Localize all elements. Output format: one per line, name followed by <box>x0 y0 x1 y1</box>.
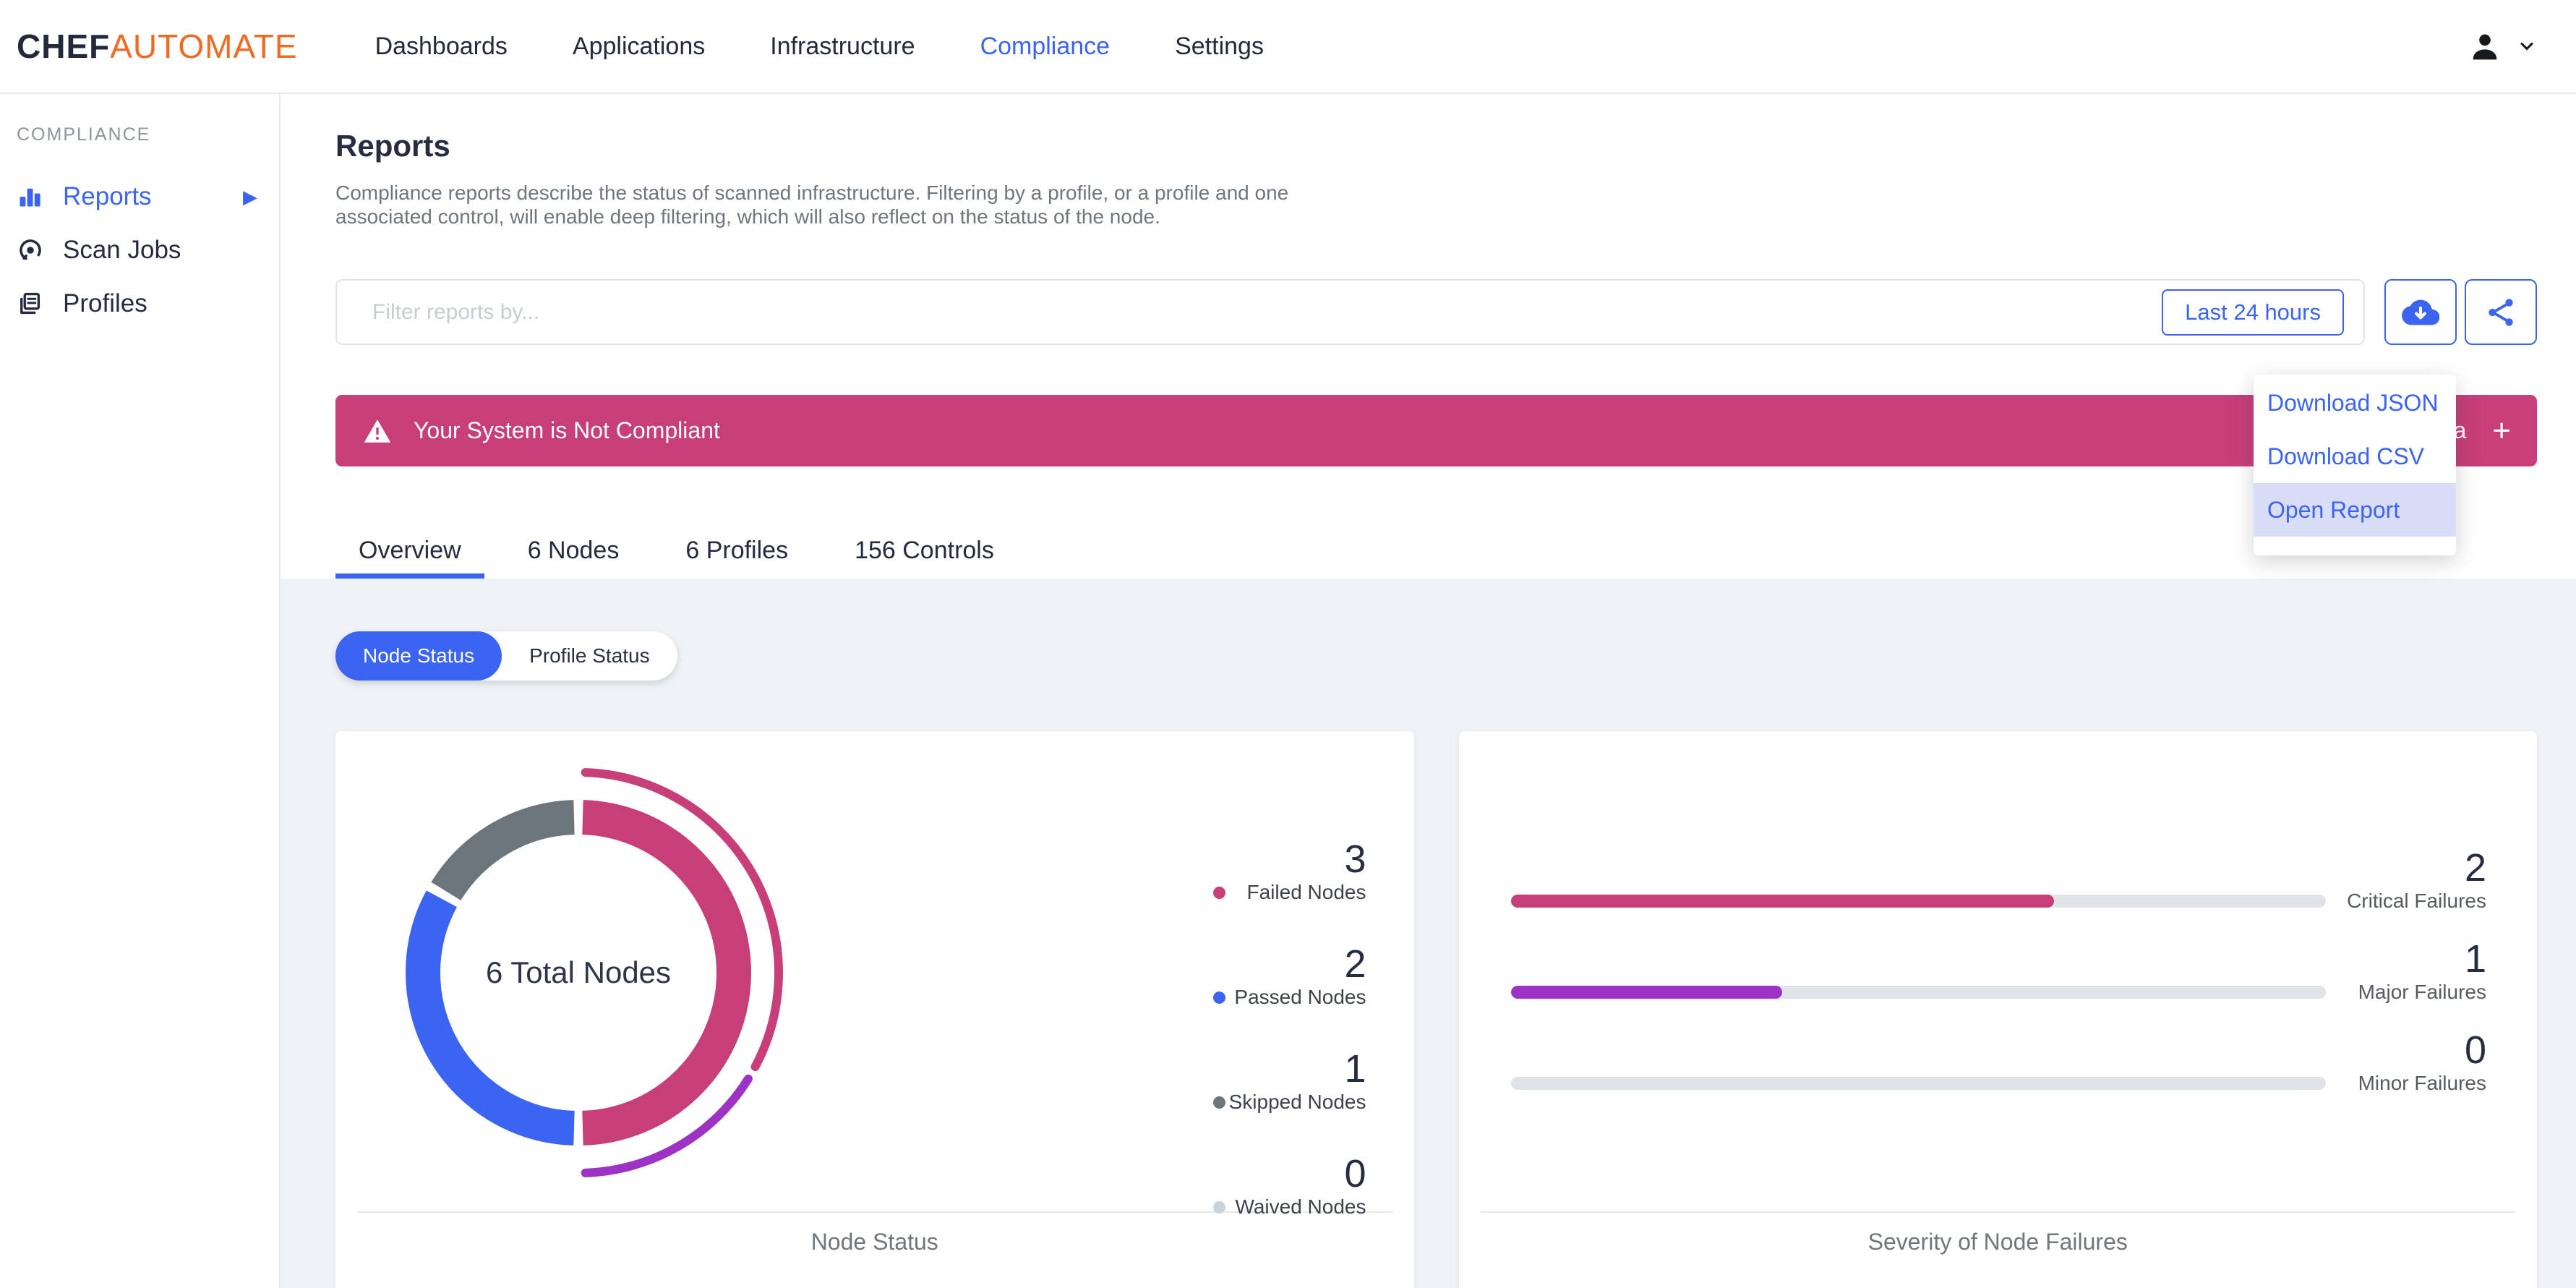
passed-dot-icon <box>1212 991 1225 1004</box>
sidebar-item-profiles[interactable]: Profiles <box>17 277 279 330</box>
minor-bar-track <box>1510 1077 2326 1090</box>
major-count: 1 <box>2464 937 2486 981</box>
node-status-card: 6 Total Nodes 3 Failed Nodes 2 Passed No… <box>335 731 1414 1288</box>
severity-card: 2 Critical Failures 1 Major Failures 0 M… <box>1458 731 2537 1288</box>
scan-target-icon <box>17 236 44 264</box>
critical-failures-row[interactable]: 2 Critical Failures <box>1510 846 2486 913</box>
time-range-button[interactable]: Last 24 hours <box>2162 289 2344 336</box>
sidebar: COMPLIANCE Reports ▶ Scan Jobs Profiles <box>0 94 281 1288</box>
user-menu[interactable] <box>2466 27 2537 65</box>
share-icon <box>2484 296 2517 329</box>
menu-item-open-report[interactable]: Open Report <box>2254 483 2456 537</box>
minor-failures-row[interactable]: 0 Minor Failures <box>1510 1028 2486 1096</box>
nav-compliance[interactable]: Compliance <box>948 33 1143 61</box>
top-navigation: Dashboards Applications Infrastructure C… <box>343 33 1296 61</box>
critical-bar-track <box>1510 895 2326 908</box>
filter-reports-input[interactable] <box>372 299 2162 325</box>
tab-controls[interactable]: 156 Controls <box>831 523 1017 579</box>
failed-label: Failed Nodes <box>1246 881 1366 903</box>
page-title: Reports <box>335 129 450 163</box>
failed-count: 3 <box>1344 837 1366 881</box>
nav-applications[interactable]: Applications <box>540 33 737 61</box>
minor-count: 0 <box>2464 1028 2486 1072</box>
waived-dot-icon <box>1212 1200 1225 1214</box>
main-content: Reports Compliance reports describe the … <box>281 94 2576 1288</box>
sidebar-item-scan-jobs[interactable]: Scan Jobs <box>17 223 279 277</box>
major-bar-track <box>1510 986 2326 999</box>
tab-profiles[interactable]: 6 Profiles <box>662 523 811 579</box>
node-status-donut-chart[interactable]: 6 Total Nodes <box>361 756 795 1190</box>
banner-message: Your System is Not Compliant <box>414 417 720 443</box>
donut-center-label: 6 Total Nodes <box>485 955 672 989</box>
waived-label: Waived Nodes <box>1235 1195 1366 1218</box>
page-description: Compliance reports describe the status o… <box>335 182 1289 228</box>
menu-item-download-json[interactable]: Download JSON <box>2254 376 2456 430</box>
sidebar-section-label: COMPLIANCE <box>17 124 151 145</box>
download-report-button[interactable] <box>2384 279 2457 345</box>
menu-item-download-csv[interactable]: Download CSV <box>2254 430 2456 483</box>
major-label: Major Failures <box>2358 981 2486 1003</box>
tab-overview[interactable]: Overview <box>335 523 484 579</box>
cloud-download-icon <box>2402 294 2439 331</box>
reports-header-section: Reports Compliance reports describe the … <box>281 94 2576 579</box>
chevron-down-icon <box>2517 36 2537 56</box>
plus-icon: + <box>2492 412 2511 448</box>
major-failures-row[interactable]: 1 Major Failures <box>1510 937 2486 1005</box>
logo-automate: AUTOMATE <box>110 27 298 65</box>
critical-bar-fill <box>1510 895 2055 908</box>
skipped-count: 1 <box>1344 1047 1366 1091</box>
status-toggle: Node Status Profile Status <box>335 631 677 681</box>
warning-icon <box>363 417 392 445</box>
nav-settings[interactable]: Settings <box>1142 33 1296 61</box>
filter-row: Last 24 hours <box>335 279 2537 345</box>
severity-bars-chart: 2 Critical Failures 1 Major Failures 0 M… <box>1510 731 2486 1211</box>
toggle-node-status[interactable]: Node Status <box>335 631 502 681</box>
major-bar-fill <box>1510 986 1783 999</box>
chevron-right-icon: ▶ <box>243 185 257 208</box>
sidebar-item-reports[interactable]: Reports ▶ <box>17 170 279 223</box>
sidebar-item-label: Scan Jobs <box>63 236 181 264</box>
tab-nodes[interactable]: 6 Nodes <box>505 523 643 579</box>
compliance-banner: Your System is Not Compliant Add Data + <box>335 395 2537 466</box>
app-header: CHEFAUTOMATE Dashboards Applications Inf… <box>0 0 2576 94</box>
legend-item-waived[interactable]: 0 Waived Nodes <box>1212 1152 1366 1219</box>
legend-item-failed[interactable]: 3 Failed Nodes <box>1212 837 1366 905</box>
nav-dashboards[interactable]: Dashboards <box>343 33 540 61</box>
nav-infrastructure[interactable]: Infrastructure <box>737 33 947 61</box>
passed-count: 2 <box>1344 942 1366 986</box>
bar-chart-icon <box>17 184 44 210</box>
user-profile-icon <box>2466 27 2504 65</box>
passed-label: Passed Nodes <box>1234 986 1366 1008</box>
profiles-stack-icon <box>17 291 44 317</box>
filter-bar: Last 24 hours <box>335 279 2365 345</box>
waived-count: 0 <box>1344 1152 1366 1195</box>
skipped-label: Skipped Nodes <box>1228 1091 1366 1113</box>
legend-item-skipped[interactable]: 1 Skipped Nodes <box>1212 1047 1366 1114</box>
sidebar-item-label: Reports <box>63 182 152 210</box>
skipped-dot-icon <box>1212 1096 1225 1109</box>
donut-legend: 3 Failed Nodes 2 Passed Nodes 1 Skipped … <box>1212 837 1366 1258</box>
critical-count: 2 <box>2464 846 2486 890</box>
logo-chef: CHEF <box>17 27 111 65</box>
minor-label: Minor Failures <box>2358 1072 2486 1094</box>
toggle-profile-status[interactable]: Profile Status <box>502 631 677 681</box>
share-report-button[interactable] <box>2465 279 2537 345</box>
sidebar-item-label: Profiles <box>63 289 147 317</box>
download-dropdown-menu: Download JSON Download CSV Open Report <box>2254 375 2456 555</box>
legend-item-passed[interactable]: 2 Passed Nodes <box>1212 942 1366 1010</box>
report-tabs: Overview 6 Nodes 6 Profiles 156 Controls <box>335 523 2537 579</box>
critical-label: Critical Failures <box>2347 890 2486 912</box>
overview-tab-content: Node Status Profile Status 6 Total Nodes… <box>281 579 2576 1288</box>
chef-automate-logo[interactable]: CHEFAUTOMATE <box>17 27 298 66</box>
failed-dot-icon <box>1212 886 1225 899</box>
severity-caption: Severity of Node Failures <box>1867 1229 2128 1255</box>
